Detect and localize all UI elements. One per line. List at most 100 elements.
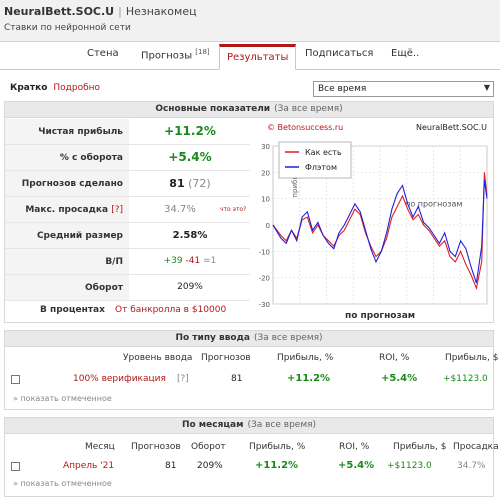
- stat-label: Чистая прибыль: [5, 119, 129, 144]
- stats-table: Чистая прибыль +11.2% % с оборота +5.4% …: [5, 119, 250, 301]
- draws-count: =1: [203, 256, 217, 266]
- column-header: Прибыль, %: [277, 353, 334, 363]
- tab-wall[interactable]: Стена: [87, 48, 119, 59]
- wins-count: +39: [163, 256, 183, 266]
- help-link[interactable]: [?]: [177, 374, 189, 384]
- column-header: Просадка: [453, 442, 499, 452]
- main-stats-note: (За все время): [274, 104, 343, 114]
- column-header: ROI, %: [379, 353, 410, 363]
- site-header: NeuralBett.SOC.U | Незнакомец Ставки по не…: [0, 0, 500, 42]
- chevron-down-icon: ▼: [483, 83, 490, 92]
- column-header: Прибыль, $: [393, 442, 447, 452]
- tab-more[interactable]: Ещё..: [391, 48, 419, 59]
- by-type-panel: По типу ввода (За все время) Уровень ввод…: [4, 330, 499, 410]
- profit-usd-cell: +$1123.0: [443, 374, 488, 384]
- tab-results[interactable]: Результаты: [219, 44, 297, 70]
- stat-max-drawdown: Макс. просадка [?] 34.7% что это?: [5, 197, 250, 223]
- main-stats-header: Основные показатели (За все время): [5, 102, 493, 118]
- y-tick-label: 20: [261, 169, 270, 177]
- user-name[interactable]: Незнакомец: [126, 5, 197, 18]
- column-header: Оборот: [191, 442, 226, 452]
- by-month-table: Месяц Прогнозов Оборот Прибыль, % ROI, %…: [5, 442, 499, 494]
- column-header: ROI, %: [339, 442, 370, 452]
- losses-count: -41: [185, 256, 201, 266]
- period-select-value: Все время: [318, 84, 367, 94]
- stat-value: 81 (72): [135, 177, 245, 190]
- legend-label: Флэтом: [305, 163, 337, 172]
- y-tick-label: 0: [266, 222, 270, 230]
- column-header: Прогнозов: [131, 442, 181, 452]
- stat-value: +39 -41 =1: [135, 256, 245, 266]
- forecasts-cell: 81: [165, 461, 177, 471]
- column-header: Прибыль, $: [445, 353, 499, 363]
- view-switch: Кратко Подробно: [10, 83, 100, 93]
- in-percent-label: В процентах: [40, 305, 105, 315]
- by-type-table: Уровень ввода Прогнозов Прибыль, % ROI, …: [5, 353, 499, 405]
- site-subtitle: Ставки по нейронной сети: [4, 23, 131, 33]
- header-title: NeuralBett.SOC.U | Незнакомец: [4, 5, 197, 18]
- by-month-note: (За все время): [247, 420, 317, 430]
- site-name[interactable]: NeuralBett.SOC.U: [4, 5, 114, 18]
- tab-forecasts-label: Прогнозы: [141, 50, 193, 62]
- column-header: Месяц: [85, 442, 115, 452]
- y-tick-label: -20: [259, 275, 270, 283]
- chart-brand: NeuralBett.SOC.U: [416, 123, 487, 132]
- column-header: Прогнозов: [201, 353, 251, 363]
- stat-label: В/П: [5, 249, 129, 274]
- y-tick-label: 30: [261, 143, 270, 151]
- y-tick-label: 10: [261, 196, 270, 204]
- by-month-panel: По месяцам (За все время) Месяц Прогнозов…: [4, 417, 499, 497]
- tab-subscribe[interactable]: Подписаться: [305, 48, 373, 59]
- legend-label: Как есть: [305, 148, 342, 157]
- stat-label: Средний размер: [5, 223, 129, 248]
- roi-cell: +5.4%: [381, 373, 418, 384]
- stat-average-size: Средний размер 2.58%: [5, 223, 250, 249]
- stat-forecasts-count: 81: [169, 177, 185, 190]
- stat-label-text: Макс. просадка: [25, 205, 109, 215]
- by-type-title: По типу ввода: [175, 333, 250, 343]
- month-link[interactable]: Апрель '21: [63, 461, 114, 471]
- bankroll-link[interactable]: От банкролла в $10000: [115, 305, 226, 315]
- column-header: Уровень ввода: [123, 353, 193, 363]
- stat-win-loss: В/П +39 -41 =1: [5, 249, 250, 275]
- stat-label: Оборот: [5, 275, 129, 300]
- stat-label: % с оборота: [5, 145, 129, 170]
- row-checkbox[interactable]: [11, 462, 20, 471]
- tab-forecasts-badge: [18]: [195, 48, 210, 56]
- column-header: Прибыль, %: [249, 442, 306, 452]
- profit-chart: © Betonsuccess.ru NeuralBett.SOC.U 30 20 10 0…: [251, 118, 491, 309]
- drawdown-cell: 34.7%: [457, 461, 486, 471]
- help-link[interactable]: [?]: [111, 205, 123, 215]
- nav-tabs: Стена Прогнозы [18] Результаты Подписать…: [0, 42, 500, 70]
- chart-copyright: © Betonsuccess.ru: [267, 123, 343, 132]
- stat-label: Прогнозов сделано: [5, 171, 129, 196]
- period-select[interactable]: Все время ▼: [313, 81, 494, 97]
- stat-value: +11.2%: [164, 124, 216, 138]
- show-marked-link[interactable]: » показать отмеченное: [13, 394, 112, 403]
- turnover-cell: 209%: [197, 461, 223, 471]
- main-stats-title: Основные показатели: [155, 104, 271, 114]
- roi-cell: +5.4%: [338, 460, 375, 471]
- profit-pct-cell: +11.2%: [255, 460, 299, 471]
- level-link[interactable]: 100% верификация: [73, 374, 166, 384]
- stat-value: 2.58%: [172, 230, 208, 241]
- stat-forecasts-extra: (72): [188, 177, 211, 190]
- stat-value: +5.4%: [168, 150, 212, 164]
- y-tick-label: -30: [259, 301, 270, 308]
- show-marked-link[interactable]: » показать отмеченное: [13, 479, 112, 488]
- stat-net-profit: Чистая прибыль +11.2%: [5, 119, 250, 145]
- row-checkbox[interactable]: [11, 375, 20, 384]
- profit-chart-svg: © Betonsuccess.ru NeuralBett.SOC.U 30 20 10 0…: [251, 118, 491, 309]
- profit-pct-cell: +11.2%: [287, 373, 331, 384]
- stat-turnover-pct: % с оборота +5.4%: [5, 145, 250, 171]
- by-month-header: По месяцам (За все время): [5, 418, 493, 434]
- stat-value: 34.7%: [164, 204, 196, 215]
- what-is-it-link[interactable]: что это?: [220, 206, 246, 213]
- chart-caption: по прогнозам: [345, 311, 416, 321]
- forecasts-cell: 81: [231, 374, 243, 384]
- view-detailed[interactable]: Подробно: [53, 83, 100, 93]
- tab-forecasts[interactable]: Прогнозы [18]: [141, 48, 210, 61]
- view-short[interactable]: Кратко: [10, 83, 47, 93]
- by-type-header: По типу ввода (За все время): [5, 331, 493, 347]
- inner-axis-label: по прогнозам: [405, 200, 462, 209]
